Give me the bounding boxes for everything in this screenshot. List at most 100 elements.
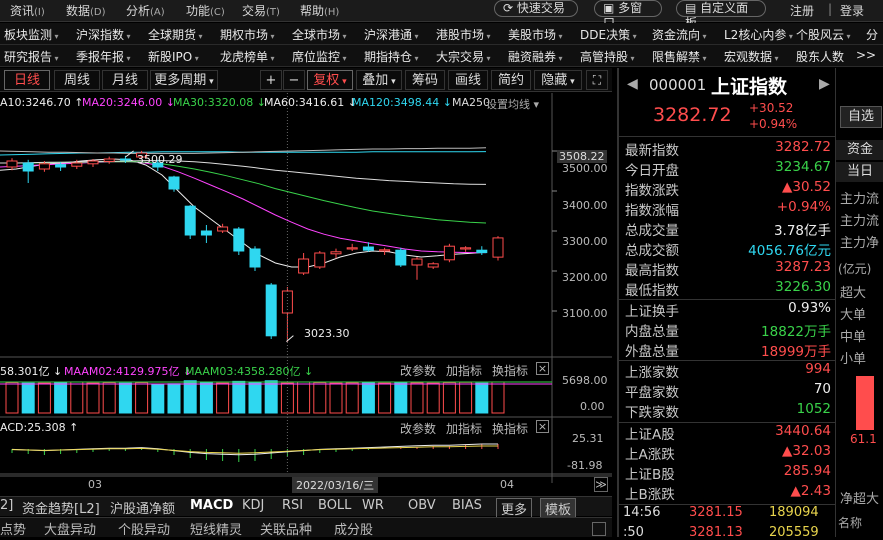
indicator-tab[interactable]: WR	[362, 498, 384, 513]
candle-body	[492, 237, 504, 258]
zoom-out-button[interactable]: −	[283, 70, 305, 90]
nav-item[interactable]: 新股IPO ▾	[148, 48, 199, 65]
bottom-tab[interactable]: 点势	[0, 519, 26, 538]
more-periods-dropdown[interactable]: 更多周期 ▾	[150, 70, 218, 90]
next-arrow-icon[interactable]: ▶	[819, 76, 830, 92]
multi-window-button[interactable]: ▣ 多窗口	[594, 0, 662, 30]
macd-add-indicator[interactable]: 加指标	[446, 420, 482, 437]
tab-monthly[interactable]: 月线	[102, 70, 148, 90]
indicator-tab[interactable]: MACD	[190, 498, 233, 513]
bottom-tab[interactable]: 短线精灵	[190, 519, 242, 538]
chips-button[interactable]: 筹码	[405, 70, 445, 90]
prev-arrow-icon[interactable]: ◀	[627, 76, 638, 92]
indicator-tab[interactable]: BOLL	[318, 498, 351, 513]
indicator-tab[interactable]: 模板	[540, 498, 577, 519]
indicator-tab[interactable]: BIAS	[452, 498, 482, 513]
indicator-tab[interactable]: RSI	[282, 498, 303, 513]
tab-weekly[interactable]: 周线	[54, 70, 100, 90]
nav-item[interactable]: 板块监测 ▾	[4, 26, 59, 43]
overlay-dropdown[interactable]: 叠加 ▾	[356, 70, 402, 90]
simple-button[interactable]: 简约	[491, 70, 531, 90]
indicator-tab[interactable]: 资金趋势[L2]	[22, 498, 100, 517]
ma-settings-dropdown[interactable]: 设置均线 ▾	[486, 96, 539, 112]
nav-item[interactable]: 期指持仓 ▾	[364, 48, 419, 65]
nav-item[interactable]: 宏观数据 ▾	[724, 48, 779, 65]
indicator-tab[interactable]: 沪股通净额	[110, 498, 175, 517]
nav-item[interactable]: 大宗交易 ▾	[436, 48, 491, 65]
nav-label: DDE决策	[580, 28, 631, 42]
menu-0[interactable]: 资讯(I)	[10, 2, 45, 19]
nav-item[interactable]: 融资融券 ▾	[508, 48, 563, 65]
volume-bar	[491, 381, 505, 414]
menu-1[interactable]: 数据(D)	[66, 2, 106, 19]
hide-dropdown[interactable]: 隐藏 ▾	[534, 70, 582, 90]
close-icon[interactable]: ×	[536, 362, 549, 375]
quick-trade-button[interactable]: ⟳ 快速交易	[494, 0, 578, 17]
nav-item[interactable]: 股东人数	[796, 48, 844, 65]
indicator-tab[interactable]: 更多	[496, 498, 533, 519]
nav-item[interactable]: 沪深指数 ▾	[76, 26, 131, 43]
menu-4[interactable]: 交易(T)	[242, 2, 280, 19]
bottom-tab[interactable]: 关联品种	[260, 519, 312, 538]
indicator-tab[interactable]: 2]	[0, 498, 13, 513]
quote-row: 上涨家数 994	[625, 361, 831, 381]
indicator-tab[interactable]: OBV	[408, 498, 436, 513]
bottom-tab[interactable]: 大盘异动	[44, 519, 96, 538]
quote-row: 内盘总量 18822万手	[625, 320, 831, 340]
custom-panel-button[interactable]: ▤ 自定义面板	[676, 0, 766, 30]
bottom-tab[interactable]: 个股异动	[118, 519, 170, 538]
bottom-tab[interactable]: 成分股	[334, 519, 373, 538]
nav-item[interactable]: 全球期货 ▾	[148, 26, 203, 43]
nav-item[interactable]: 高管持股 ▾	[580, 48, 635, 65]
menu-3[interactable]: 功能(C)	[186, 2, 225, 19]
login-link[interactable]: 登录	[840, 2, 864, 19]
tab-funds[interactable]: 资金	[836, 140, 883, 160]
volume-add-indicator[interactable]: 加指标	[446, 362, 482, 379]
candle-body	[119, 158, 131, 161]
candle-body	[38, 163, 50, 170]
tab-daily[interactable]: 日线	[4, 70, 50, 90]
volume-edit-params[interactable]: 改参数	[400, 362, 436, 379]
quote-label: 上证换手	[625, 304, 679, 320]
menu-5[interactable]: 帮助(H)	[300, 2, 339, 19]
nav-item[interactable]: 资金流向 ▾	[652, 26, 707, 43]
volume-axis-bottom: 0.00	[580, 400, 605, 413]
draw-line-button[interactable]: 画线	[448, 70, 488, 90]
high-annotation: 3500.29	[137, 153, 183, 166]
adjust-dropdown[interactable]: 复权 ▾	[307, 70, 353, 90]
nav-item[interactable]: L2核心内参 ▾	[724, 26, 793, 43]
nav-item[interactable]: 季报年报 ▾	[76, 48, 131, 65]
nav-item[interactable]: 全球市场 ▾	[292, 26, 347, 43]
nav-item[interactable]: 个股风云 ▾	[796, 26, 851, 43]
candle-body	[233, 228, 245, 252]
candle-body	[476, 249, 488, 254]
candle-body	[411, 258, 423, 266]
nav-item[interactable]: >>	[856, 48, 876, 62]
register-link[interactable]: 注册	[790, 2, 814, 19]
nav-item[interactable]: 龙虎榜单 ▾	[220, 48, 275, 65]
close-icon[interactable]: ×	[536, 420, 549, 433]
nav-item[interactable]: 美股市场 ▾	[508, 26, 563, 43]
ma30-label: MA30:3320.08 ↓	[173, 96, 266, 109]
indicator-tab[interactable]: KDJ	[242, 498, 264, 513]
nav-item[interactable]: 限售解禁 ▾	[652, 48, 707, 65]
nav-item[interactable]: 研究报告 ▾	[4, 48, 59, 65]
volume-switch-indicator[interactable]: 换指标	[492, 362, 528, 379]
macd-switch-indicator[interactable]: 换指标	[492, 420, 528, 437]
fullscreen-icon[interactable]: ⛶	[586, 70, 608, 90]
nav-item[interactable]: 港股市场 ▾	[436, 26, 491, 43]
price-tick-3100: 3100.00	[562, 307, 608, 320]
zoom-in-button[interactable]: +	[260, 70, 282, 90]
nav-item[interactable]: 分	[866, 26, 878, 43]
tab-today[interactable]: 当日	[836, 162, 883, 182]
window-icon[interactable]	[592, 522, 606, 536]
quote-value: ▲32.03	[781, 443, 831, 459]
add-to-watchlist-button[interactable]: 自选	[840, 106, 882, 128]
menu-2[interactable]: 分析(A)	[126, 2, 165, 19]
nav-item[interactable]: DDE决策 ▾	[580, 26, 637, 43]
scroll-right-icon[interactable]: ≫	[594, 477, 608, 492]
nav-item[interactable]: 期权市场 ▾	[220, 26, 275, 43]
macd-edit-params[interactable]: 改参数	[400, 420, 436, 437]
nav-item[interactable]: 沪深港通 ▾	[364, 26, 419, 43]
nav-item[interactable]: 席位监控 ▾	[292, 48, 347, 65]
